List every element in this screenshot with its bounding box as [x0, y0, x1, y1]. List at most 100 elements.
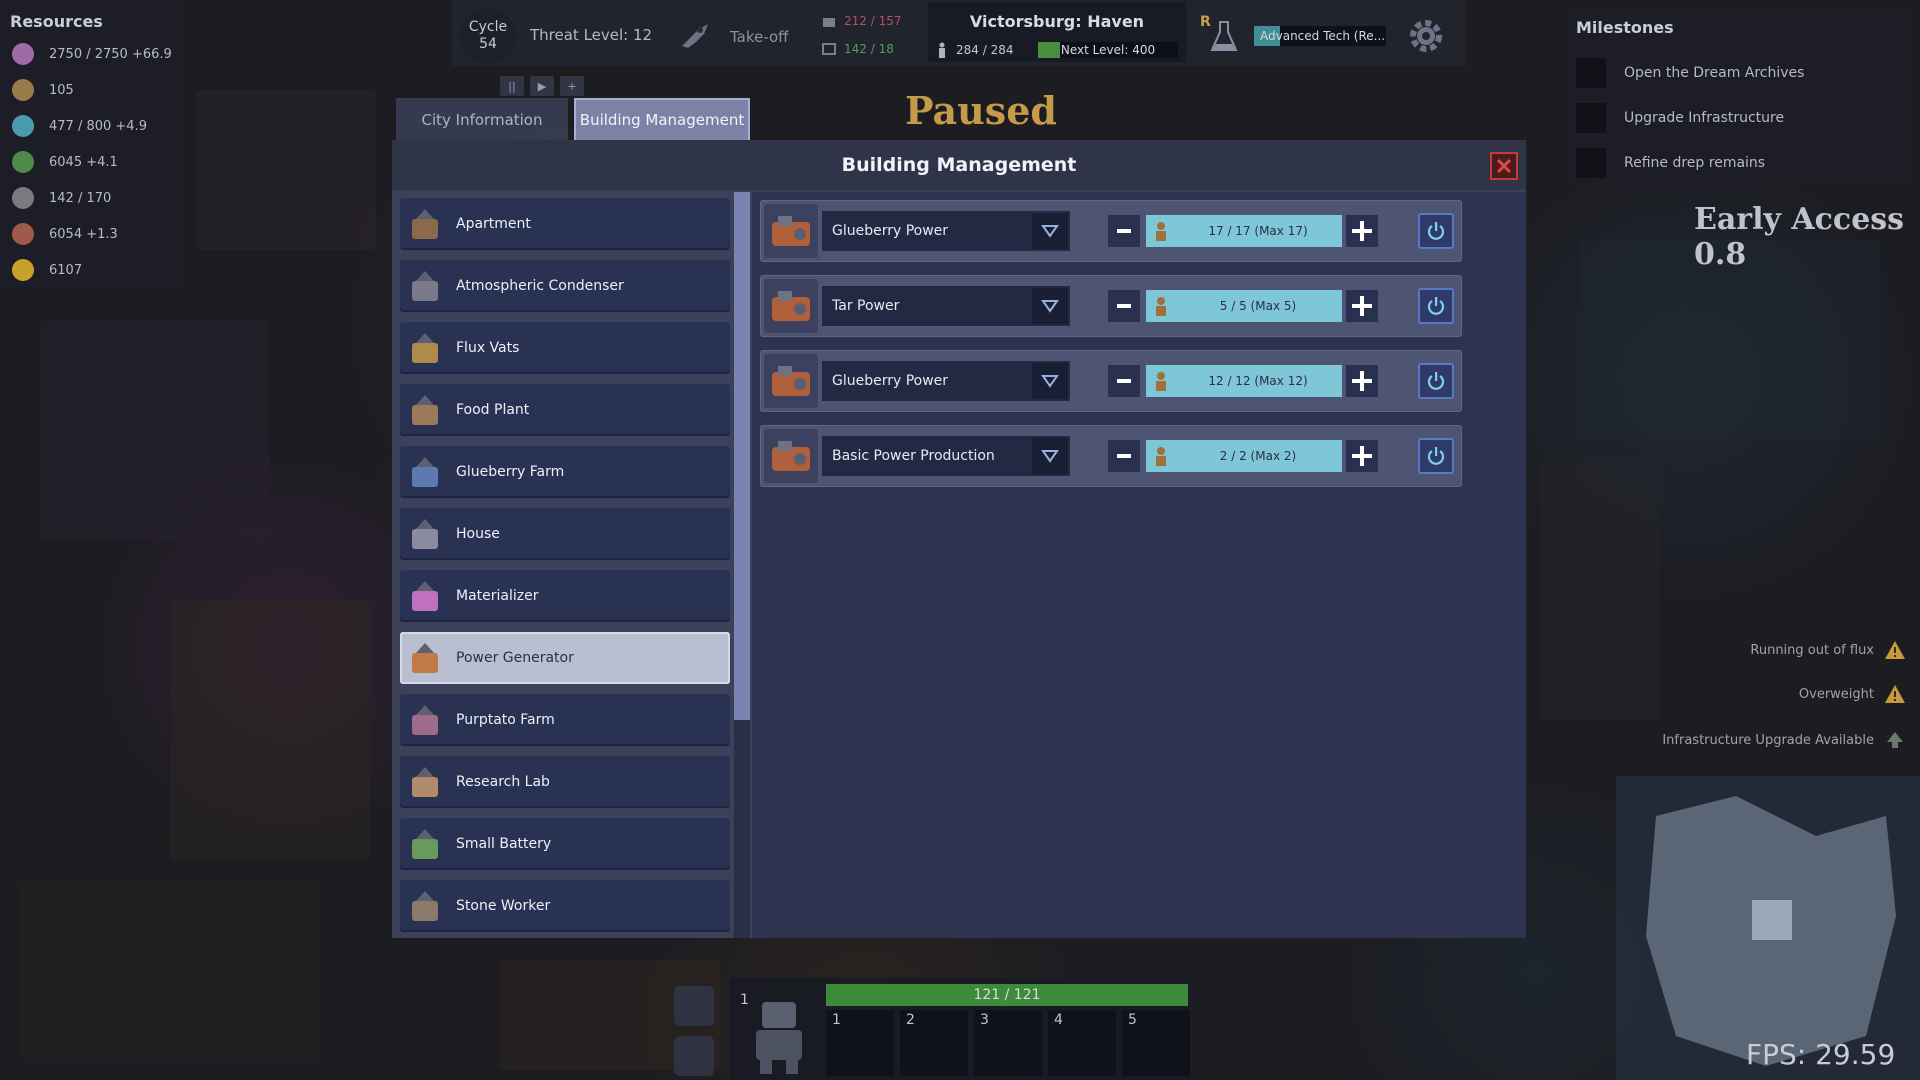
building-item-stone-worker[interactable]: Stone Worker — [400, 880, 730, 932]
capacity-value-b: 142 / 18 — [844, 42, 894, 56]
alert-overweight[interactable]: Overweight — [1799, 684, 1906, 704]
hotbar-slot-3[interactable]: 3 — [974, 1010, 1042, 1076]
resource-row: 142 / 170 — [0, 180, 184, 216]
power-icon — [1427, 297, 1445, 315]
building-item-flux-vats[interactable]: Flux Vats — [400, 322, 730, 374]
resource-value: 2750 / 2750 +66.9 — [49, 46, 172, 62]
play-button[interactable]: ▶ — [530, 76, 554, 96]
increase-button[interactable] — [1346, 440, 1378, 472]
dialog-title: Building Management — [841, 154, 1077, 176]
research-box[interactable]: R Advanced Tech (Re... — [1196, 8, 1390, 62]
building-item-power-generator[interactable]: Power Generator — [400, 632, 730, 684]
minus-icon — [1117, 454, 1131, 458]
close-button[interactable] — [1490, 152, 1518, 180]
scrollbar-thumb[interactable] — [734, 192, 750, 720]
worker-icon — [12, 79, 34, 101]
generator-thumbnail — [764, 354, 818, 408]
building-label: Purptato Farm — [456, 712, 555, 728]
hotbar-slot-4[interactable]: 4 — [1048, 1010, 1116, 1076]
condenser-icon — [412, 271, 438, 301]
recipe-dropdown[interactable]: Glueberry Power — [822, 211, 1070, 251]
recipe-name: Basic Power Production — [832, 448, 995, 464]
building-item-small-battery[interactable]: Small Battery — [400, 818, 730, 870]
plus-icon — [1352, 446, 1372, 466]
dropdown-button[interactable] — [1032, 438, 1068, 474]
hotbar-slot-5[interactable]: 5 — [1122, 1010, 1190, 1076]
recipe-dropdown[interactable]: Tar Power — [822, 286, 1070, 326]
weight-icon — [823, 18, 835, 27]
gear-icon[interactable] — [1404, 14, 1448, 58]
building-item-materializer[interactable]: Materializer — [400, 570, 730, 622]
milestone-label: Upgrade Infrastructure — [1624, 109, 1785, 126]
debug-button[interactable] — [674, 1036, 714, 1076]
fast-forward-button[interactable]: + — [560, 76, 584, 96]
alert-upgrade[interactable]: Infrastructure Upgrade Available — [1662, 730, 1906, 750]
building-item-research-lab[interactable]: Research Lab — [400, 756, 730, 808]
decrease-button[interactable] — [1108, 290, 1140, 322]
production-row: Basic Power Production 2 / 2 (Max 2) — [760, 425, 1462, 487]
decrease-button[interactable] — [1108, 215, 1140, 247]
generator-thumbnail — [764, 429, 818, 483]
flux-vats-icon — [412, 333, 438, 363]
generator-thumbnail — [764, 279, 818, 333]
worker-count-bar: 12 / 12 (Max 12) — [1146, 365, 1342, 397]
decrease-button[interactable] — [1108, 365, 1140, 397]
warning-icon — [1885, 641, 1905, 659]
building-item-apartment[interactable]: Apartment — [400, 198, 730, 250]
increase-button[interactable] — [1346, 365, 1378, 397]
robot-icon[interactable] — [742, 992, 816, 1076]
building-label: Materializer — [456, 588, 539, 604]
building-item-house[interactable]: House — [400, 508, 730, 560]
takeoff-button[interactable]: Take-off — [730, 28, 788, 46]
apartment-icon — [412, 209, 438, 239]
chevron-down-icon — [1041, 450, 1059, 463]
milestone-item[interactable]: Open the Dream Archives — [1566, 50, 1912, 95]
building-item-glueberry-farm[interactable]: Glueberry Farm — [400, 446, 730, 498]
minimap[interactable] — [1616, 776, 1920, 1080]
alert-flux[interactable]: Running out of flux — [1750, 640, 1906, 660]
city-info-box[interactable]: Victorsburg: Haven 284 / 284 Next Level:… — [928, 2, 1186, 62]
pause-button[interactable]: || — [500, 76, 524, 96]
stone-worker-icon — [412, 891, 438, 921]
tab-building-management[interactable]: Building Management — [574, 98, 750, 142]
generator-thumbnail — [764, 204, 818, 258]
building-item-purptato-farm[interactable]: Purptato Farm — [400, 694, 730, 746]
power-toggle-button[interactable] — [1418, 213, 1454, 249]
close-icon — [1496, 158, 1512, 174]
hotbar-slot-2[interactable]: 2 — [900, 1010, 968, 1076]
increase-button[interactable] — [1346, 215, 1378, 247]
recipe-dropdown[interactable]: Basic Power Production — [822, 436, 1070, 476]
recipe-dropdown[interactable]: Glueberry Power — [822, 361, 1070, 401]
worker-count-bar: 5 / 5 (Max 5) — [1146, 290, 1342, 322]
dropdown-button[interactable] — [1032, 363, 1068, 399]
dropdown-button[interactable] — [1032, 213, 1068, 249]
city-name: Victorsburg: Haven — [969, 12, 1145, 31]
power-toggle-button[interactable] — [1418, 363, 1454, 399]
milestone-item[interactable]: Upgrade Infrastructure — [1566, 95, 1912, 140]
resource-value: 6045 +4.1 — [49, 154, 118, 170]
milestone-item[interactable]: Refine drep remains — [1566, 140, 1912, 185]
dropdown-button[interactable] — [1032, 288, 1068, 324]
building-label: Glueberry Farm — [456, 464, 565, 480]
rocket-icon[interactable] — [676, 20, 712, 50]
paused-label: Paused — [905, 88, 1057, 133]
decrease-button[interactable] — [1108, 440, 1140, 472]
person-icon — [939, 42, 945, 58]
milestones-panel: Milestones Open the Dream Archives Upgrad… — [1566, 8, 1912, 182]
stone-icon — [12, 187, 34, 209]
building-label: Stone Worker — [456, 898, 551, 914]
building-item-atmospheric-condenser[interactable]: Atmospheric Condenser — [400, 260, 730, 312]
increase-button[interactable] — [1346, 290, 1378, 322]
power-toggle-button[interactable] — [1418, 438, 1454, 474]
hotbar-slot-1[interactable]: 1 — [826, 1010, 894, 1076]
milestone-checkbox — [1576, 147, 1606, 178]
dialog-header: Building Management — [392, 140, 1526, 190]
milestone-label: Open the Dream Archives — [1624, 64, 1805, 81]
inventory-button[interactable] — [674, 986, 714, 1026]
power-toggle-button[interactable] — [1418, 288, 1454, 324]
materializer-icon — [412, 581, 438, 611]
tab-city-information[interactable]: City Information — [396, 98, 568, 142]
production-row: Tar Power 5 / 5 (Max 5) — [760, 275, 1462, 337]
flux-icon — [12, 43, 34, 65]
building-item-food-plant[interactable]: Food Plant — [400, 384, 730, 436]
